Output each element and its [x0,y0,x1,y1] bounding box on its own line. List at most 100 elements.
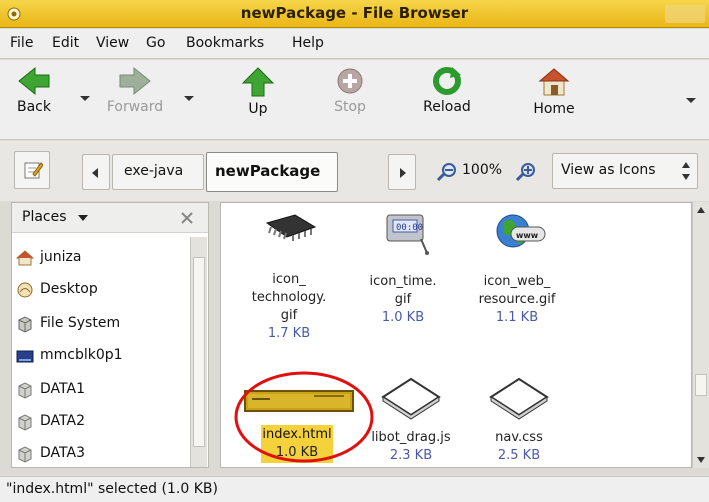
crumb-label: exe-java [124,163,184,179]
home-icon [538,68,570,96]
back-history-dropdown[interactable] [80,96,90,101]
reload-label: Reload [423,99,471,115]
file-name: icon_web_ resource.gif [457,273,577,309]
file-size: 2.5 KB [497,448,541,463]
chevron-down-icon[interactable] [78,215,88,222]
sidebar-scroll-thumb[interactable] [193,257,205,447]
disk-icon [18,414,32,431]
stop-label: Stop [334,99,366,115]
sidebar-item-label: Desktop [40,281,98,297]
title-bar[interactable]: newPackage - File Browser [0,0,709,28]
file-size: 1.7 KB [267,326,311,341]
file-name-line: technology. [251,290,327,305]
status-text: "index.html" selected (1.0 KB) [6,481,218,497]
chip-file-icon [265,214,317,241]
reload-icon [433,67,461,95]
sidebar-item-label: juniza [40,249,82,265]
path-scroll-left-button[interactable] [82,154,110,190]
menu-help[interactable]: Help [292,35,324,51]
disk-icon [18,446,32,463]
file-name: icon_ technology. gif [229,271,349,325]
file-item[interactable]: icon_ technology. gif 1.7 KB [229,209,349,343]
stylesheet-file-icon [489,377,549,420]
file-icon-view[interactable]: icon_ technology. gif 1.7 KB 00:00 icon_… [220,202,692,468]
file-size: 1.1 KB [495,310,539,325]
sidebar-item-data2[interactable]: DATA2 [16,411,186,435]
path-crumb-exe-java[interactable]: exe-java [112,154,204,190]
file-name: icon_time. gif [343,273,463,309]
sidebar-item-file-system[interactable]: File System [16,313,186,337]
forward-label: Forward [106,99,164,115]
menu-bar: File Edit View Go Bookmarks Help [0,29,709,59]
menu-view[interactable]: View [96,35,129,51]
view-mode-select[interactable]: View as Icons [552,153,698,189]
up-arrow-icon [241,67,275,97]
script-file-icon [381,377,441,420]
back-button[interactable]: Back [14,66,54,115]
file-name-line: resource.gif [478,292,556,307]
path-crumb-newpackage[interactable]: newPackage [206,152,338,192]
pane-splitter[interactable] [210,202,219,468]
reload-button[interactable]: Reload [412,66,482,115]
scroll-down-icon[interactable] [696,456,706,464]
menu-go[interactable]: Go [146,35,165,51]
annotation-circle [234,371,374,463]
sidebar-item-label: File System [40,315,121,331]
sidebar-item-desktop[interactable]: Desktop [16,279,186,303]
zoom-in-icon[interactable] [516,162,538,182]
timer-file-icon: 00:00 [386,214,429,255]
svg-text:www: www [516,231,539,240]
file-item[interactable]: 00:00 icon_time. gif 1.0 KB [343,207,463,327]
sidebar-title[interactable]: Places [22,209,67,225]
path-scroll-right-button[interactable] [388,154,416,190]
menu-file[interactable]: File [10,35,33,51]
file-name-line: icon_ [272,272,306,287]
sidebar-header: Places [12,203,208,233]
window-title: newPackage - File Browser [240,4,469,22]
close-icon[interactable] [180,211,194,225]
crumb-label-current: newPackage [215,162,321,180]
menu-edit[interactable]: Edit [52,35,79,51]
chevron-right-icon [400,168,406,178]
file-item[interactable]: nav.css 2.5 KB [459,375,579,465]
content-scrollbar[interactable] [692,202,709,468]
chevron-left-icon [92,168,98,178]
file-name-line: icon_time. [369,274,437,289]
forward-history-dropdown[interactable] [184,96,194,101]
content-scroll-thumb[interactable] [695,374,707,396]
file-size: 1.0 KB [381,310,425,325]
back-arrow-icon [18,66,50,96]
home-button[interactable]: Home [524,66,584,117]
toggle-location-entry-button[interactable] [14,151,50,189]
filesystem-icon [18,316,32,333]
desktop-icon [17,282,33,298]
menu-bookmarks[interactable]: Bookmarks [186,35,264,51]
toolbar: Back Forward Up Stop Reload Home [0,60,709,140]
disk-icon [18,382,32,399]
sidebar-item-juniza[interactable]: juniza [16,247,186,271]
sidebar-places: Places juniza Desktop File System mmcblk… [11,202,209,468]
sidebar-item-label: DATA1 [40,381,85,397]
file-name-line: icon_web_ [483,274,551,289]
zoom-level[interactable]: 100% [462,162,502,178]
stop-icon [337,68,363,94]
stop-button[interactable]: Stop [330,66,370,115]
sidebar-scrollbar[interactable] [190,237,207,467]
window-controls[interactable] [665,5,705,23]
edit-location-icon [24,162,43,179]
file-name-line: gif [280,308,298,323]
sidebar-item-mmcblk0p1[interactable]: mmcblk0p1 [16,345,186,369]
web-globe-file-icon: www [496,214,546,248]
zoom-out-icon[interactable] [437,162,459,182]
scroll-up-icon[interactable] [696,206,706,214]
spin-arrows-icon [682,162,690,180]
up-label: Up [248,101,268,117]
sidebar-item-data1[interactable]: DATA1 [16,379,186,403]
toolbar-overflow-button[interactable] [686,98,696,103]
sidebar-item-data3[interactable]: DATA3 [16,443,186,467]
home-label: Home [533,101,575,117]
file-item[interactable]: www icon_web_ resource.gif 1.1 KB [457,207,577,327]
forward-button[interactable]: Forward [100,66,170,115]
up-button[interactable]: Up [238,66,278,117]
forward-arrow-icon [119,66,151,96]
